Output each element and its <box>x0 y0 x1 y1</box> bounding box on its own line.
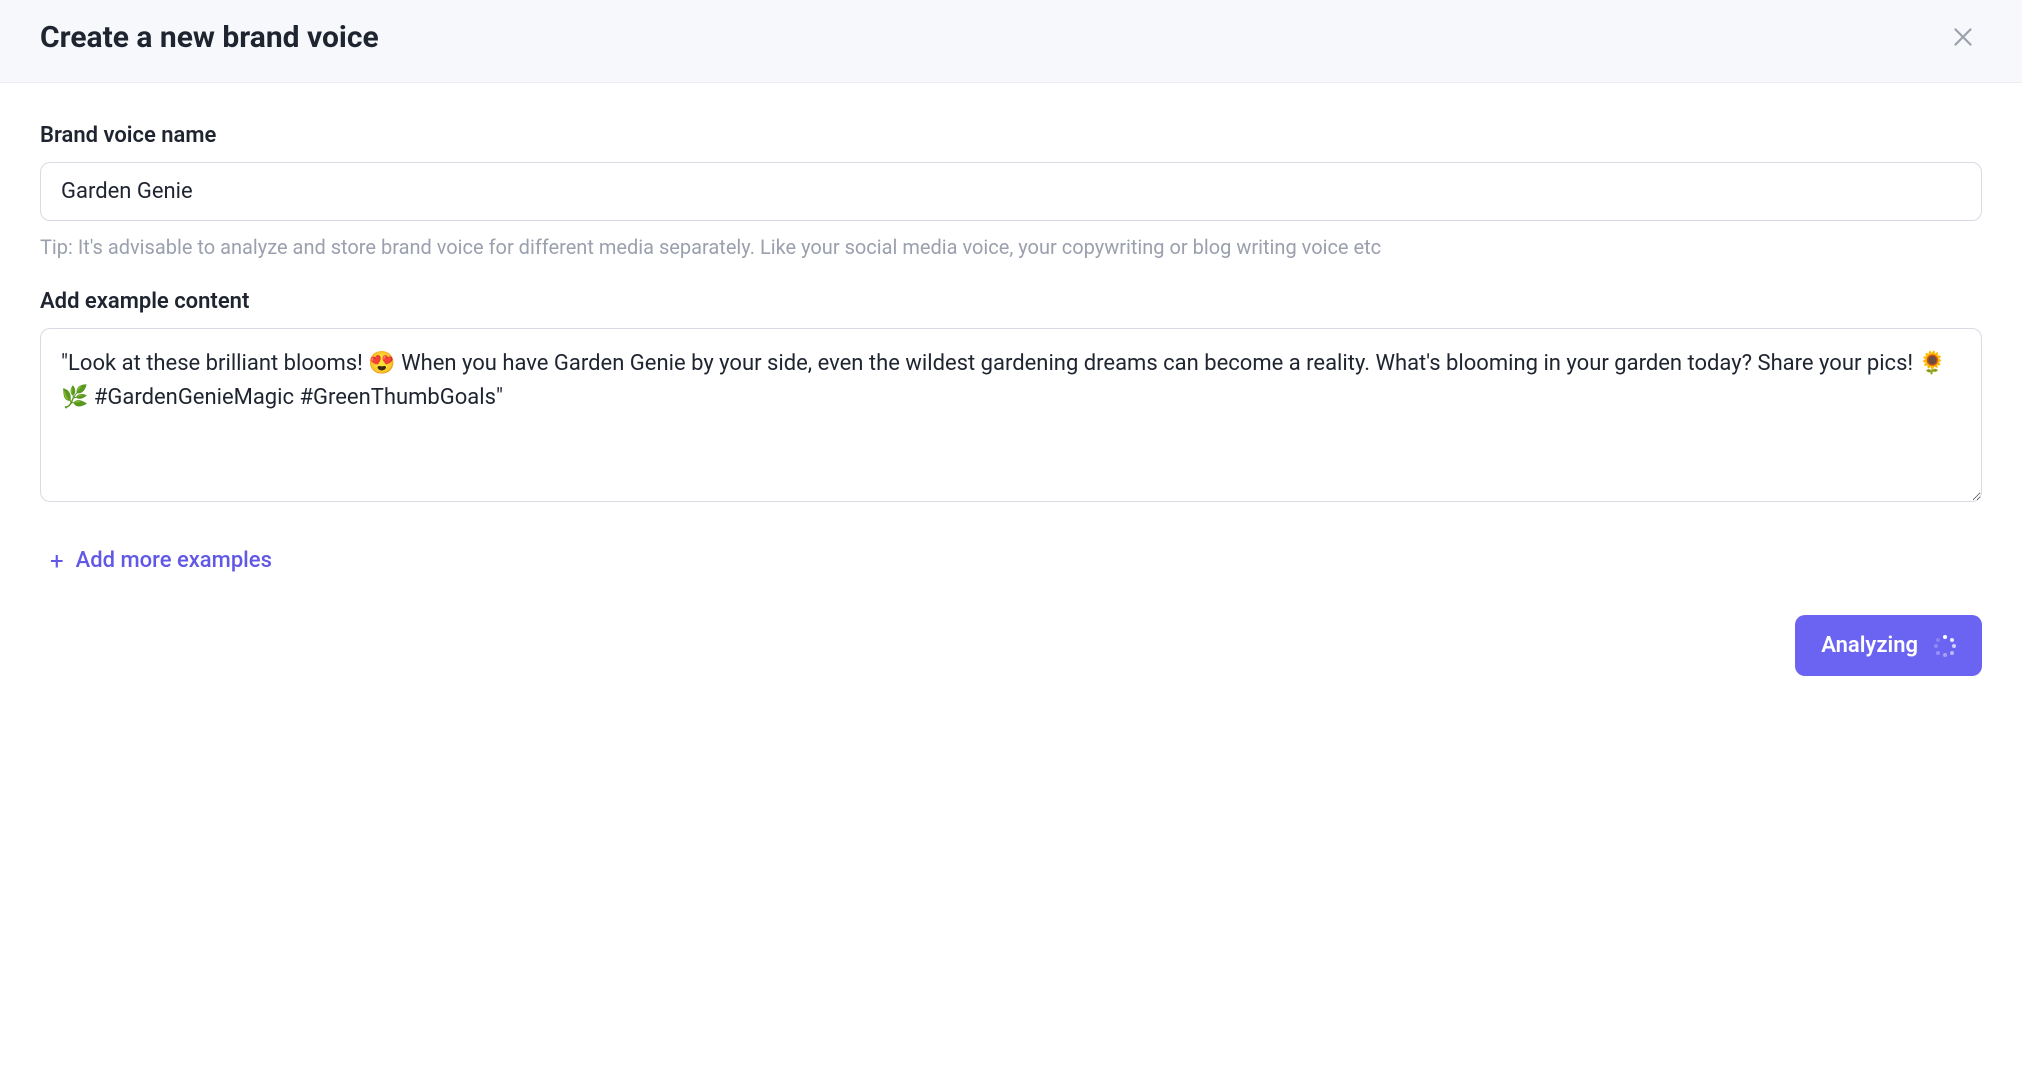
add-more-examples-label: Add more examples <box>76 548 272 573</box>
analyze-button[interactable]: Analyzing <box>1795 615 1982 676</box>
brand-voice-name-input[interactable] <box>40 162 1982 221</box>
modal-footer: Analyzing <box>0 587 2022 716</box>
close-button[interactable] <box>1944 18 1982 56</box>
example-content-field: Add example content <box>40 289 1982 506</box>
modal-header: Create a new brand voice <box>0 0 2022 83</box>
brand-voice-name-field: Brand voice name Tip: It's advisable to … <box>40 123 1982 261</box>
brand-voice-name-label: Brand voice name <box>40 123 1982 148</box>
analyze-button-label: Analyzing <box>1821 633 1918 658</box>
example-content-label: Add example content <box>40 289 1982 314</box>
close-icon <box>1950 24 1976 50</box>
add-more-examples-button[interactable]: + Add more examples <box>40 534 282 587</box>
modal-content: Brand voice name Tip: It's advisable to … <box>0 83 2022 587</box>
plus-icon: + <box>50 549 64 573</box>
brand-voice-name-tip: Tip: It's advisable to analyze and store… <box>40 233 1982 261</box>
modal-title: Create a new brand voice <box>40 20 379 55</box>
spinner-icon <box>1934 635 1956 657</box>
example-content-textarea[interactable] <box>40 328 1982 502</box>
